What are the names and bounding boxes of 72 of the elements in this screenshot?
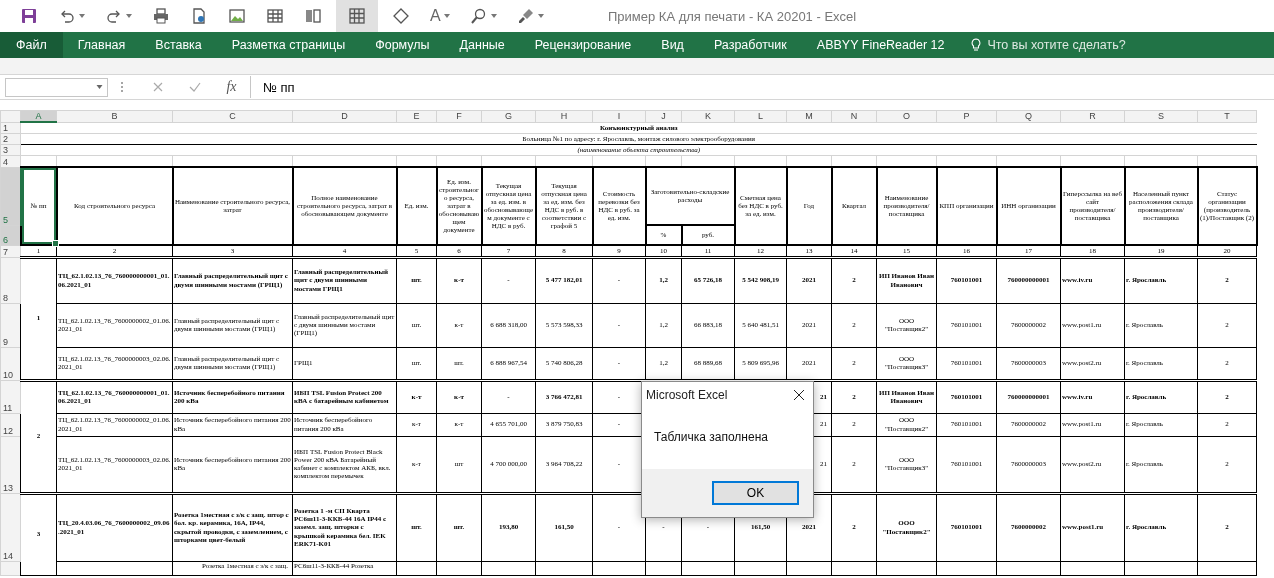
column-header[interactable]: O <box>876 110 937 122</box>
row-header[interactable]: 2 <box>0 133 21 144</box>
columns-icon <box>304 7 322 25</box>
caret-icon <box>490 14 497 18</box>
save-icon <box>20 7 38 25</box>
column-header[interactable]: Q <box>996 110 1061 122</box>
caret-icon <box>126 14 132 18</box>
dialog-message: Табличка заполнена <box>654 430 768 444</box>
ribbon-tab[interactable]: Разработчик <box>698 32 802 58</box>
ribbon-tab[interactable]: Вставка <box>140 32 217 58</box>
row-header[interactable]: 11 <box>0 380 21 413</box>
column-header[interactable]: B <box>56 110 173 122</box>
insert-function-button[interactable]: fx <box>213 76 250 98</box>
row-header[interactable]: 3 <box>0 144 21 155</box>
ribbon-tab[interactable]: Разметка страницы <box>216 32 361 58</box>
formula-value: № пп <box>263 79 295 95</box>
row-header[interactable]: 13 <box>0 436 21 493</box>
caret-icon <box>443 14 450 18</box>
column-header[interactable]: D <box>292 110 397 122</box>
column-header[interactable]: K <box>681 110 735 122</box>
close-icon <box>152 82 163 92</box>
column-header[interactable]: P <box>936 110 997 122</box>
window-title: Пример КА для печати - КА 20201 - Excel <box>608 8 857 24</box>
row-header[interactable]: 9 <box>0 303 21 347</box>
column-header[interactable]: F <box>436 110 482 122</box>
column-header[interactable]: I <box>592 110 646 122</box>
lightbulb-icon <box>971 38 982 52</box>
ribbon-tab[interactable]: Данные <box>444 32 520 58</box>
brush-icon <box>516 7 535 25</box>
row-header[interactable]: 8 <box>0 257 21 303</box>
close-icon[interactable] <box>793 389 805 401</box>
tell-me-field[interactable]: Что вы хотите сделать? <box>985 37 1190 53</box>
row-header[interactable]: 1 <box>0 122 21 133</box>
caret-icon <box>79 14 85 18</box>
caret-icon <box>537 14 544 18</box>
column-header[interactable]: M <box>786 110 832 122</box>
column-header[interactable]: G <box>481 110 536 122</box>
printer-icon <box>152 7 170 25</box>
table-icon <box>266 7 284 25</box>
ribbon-tab[interactable]: Главная <box>62 32 141 58</box>
column-header[interactable]: A <box>20 110 57 122</box>
column-header[interactable]: R <box>1060 110 1125 122</box>
column-header[interactable]: J <box>645 110 682 122</box>
column-header[interactable]: N <box>831 110 877 122</box>
ribbon-tab[interactable]: Формулы <box>360 32 445 58</box>
font-button[interactable]: A <box>424 0 456 32</box>
column-header[interactable]: S <box>1124 110 1198 122</box>
picture-icon <box>228 7 246 25</box>
diamond-icon <box>392 7 410 25</box>
check-icon <box>188 82 201 92</box>
magnifier-icon <box>469 7 488 25</box>
column-header[interactable]: C <box>172 110 293 122</box>
ribbon-tab[interactable]: Файл <box>0 32 63 58</box>
fill-handle[interactable] <box>51 240 59 247</box>
row-header[interactable]: 5 <box>0 167 21 225</box>
ribbon-tab[interactable]: ABBYY FineReader 12 <box>801 32 960 58</box>
column-header[interactable]: H <box>535 110 593 122</box>
column-header[interactable]: E <box>396 110 437 122</box>
dialog-title: Microsoft Excel <box>646 388 728 402</box>
ok-button[interactable]: OK <box>712 481 799 505</box>
ribbon-tab[interactable]: Рецензирование <box>519 32 647 58</box>
row-header[interactable]: 6 <box>0 225 21 245</box>
row-header[interactable]: 10 <box>0 347 21 380</box>
caret-icon <box>96 85 103 89</box>
row-header[interactable]: 14 <box>0 493 21 561</box>
grid-icon <box>348 7 366 25</box>
column-header[interactable]: T <box>1197 110 1257 122</box>
row-header[interactable]: 12 <box>0 413 21 436</box>
grid-button[interactable] <box>336 0 378 32</box>
ribbon-tab[interactable]: Вид <box>646 32 699 58</box>
page-icon <box>190 7 208 25</box>
column-header[interactable]: L <box>734 110 787 122</box>
